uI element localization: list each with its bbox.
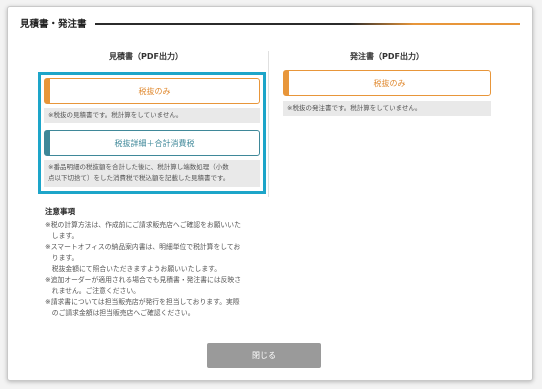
- header-rule: [94, 22, 520, 25]
- estimate-no-tax-note-text: ※税抜の見積書です。税計算をしていません。: [48, 111, 183, 119]
- notice-line: のご請求金額は担当販売店へご確認ください。: [45, 309, 195, 317]
- notice-heading: 注意事項: [45, 207, 75, 216]
- order-no-tax-label: 税抜のみ: [373, 78, 406, 88]
- estimate-tax-detail-label: 税抜詳細＋合計消費税: [114, 138, 195, 148]
- estimate-no-tax-button[interactable]: 税抜のみ: [44, 78, 260, 104]
- notice-line: ※税の計算方法は、作成前にご請求販売店へご確認をお願いいた: [45, 221, 241, 229]
- order-no-tax-note-text: ※税抜の発注書です。税計算をしていません。: [287, 104, 422, 112]
- order-no-tax-note: ※税抜の発注書です。税計算をしていません。: [283, 101, 491, 116]
- close-button-label: 閉じる: [252, 351, 276, 360]
- close-button[interactable]: 閉じる: [207, 343, 321, 368]
- notice-line: れません。ご注意ください。: [45, 287, 140, 295]
- estimate-column-title: 見積書（PDF出力）: [109, 52, 183, 61]
- estimate-no-tax-label: 税抜のみ: [138, 86, 171, 96]
- dialog-title: 見積書・発注書: [20, 19, 87, 30]
- notice-line: します。: [45, 232, 79, 240]
- notice-line: ※追加オーダーが適用される場合でも見積書・発注書には反映さ: [45, 276, 242, 284]
- notice-section: 注意事項 ※税の計算方法は、作成前にご請求販売店へご確認をお願いいた します。 …: [45, 206, 285, 319]
- notice-line: ※スマートオフィスの納品案内書は、明細単位で税計算をしてお: [45, 243, 241, 251]
- estimate-order-dialog: 見積書・発注書 見積書（PDF出力） 税抜のみ ※税抜の見積書です。税計算をして…: [7, 6, 533, 381]
- estimate-tax-detail-note: ※番品明細の税抜額を合計した後に、税計算し端数処理（小数 点以下切捨て）をした消…: [44, 160, 260, 187]
- estimate-tax-detail-button[interactable]: 税抜詳細＋合計消費税: [44, 130, 260, 156]
- order-column: 発注書（PDF出力）: [283, 51, 491, 63]
- estimate-tax-detail-note-line: 点以下切捨て）をした消費税で税込額を記載した見積書です。: [48, 174, 230, 182]
- estimate-column: 見積書（PDF出力）: [38, 51, 254, 63]
- notice-line: ります。: [45, 254, 79, 262]
- notice-line: 税抜金額にて照合いただきますようお願いいたします。: [45, 265, 222, 273]
- notice-line: ※請求書については担当販売店が発行を担当しております。実際: [45, 298, 240, 306]
- estimate-no-tax-note: ※税抜の見積書です。税計算をしていません。: [44, 108, 260, 123]
- dialog-header: 見積書・発注書: [20, 15, 520, 31]
- column-divider: [268, 51, 269, 197]
- estimate-tax-detail-note-line: ※番品明細の税抜額を合計した後に、税計算し端数処理（小数: [48, 163, 229, 171]
- order-no-tax-button[interactable]: 税抜のみ: [283, 70, 491, 96]
- order-column-title: 発注書（PDF出力）: [350, 52, 424, 61]
